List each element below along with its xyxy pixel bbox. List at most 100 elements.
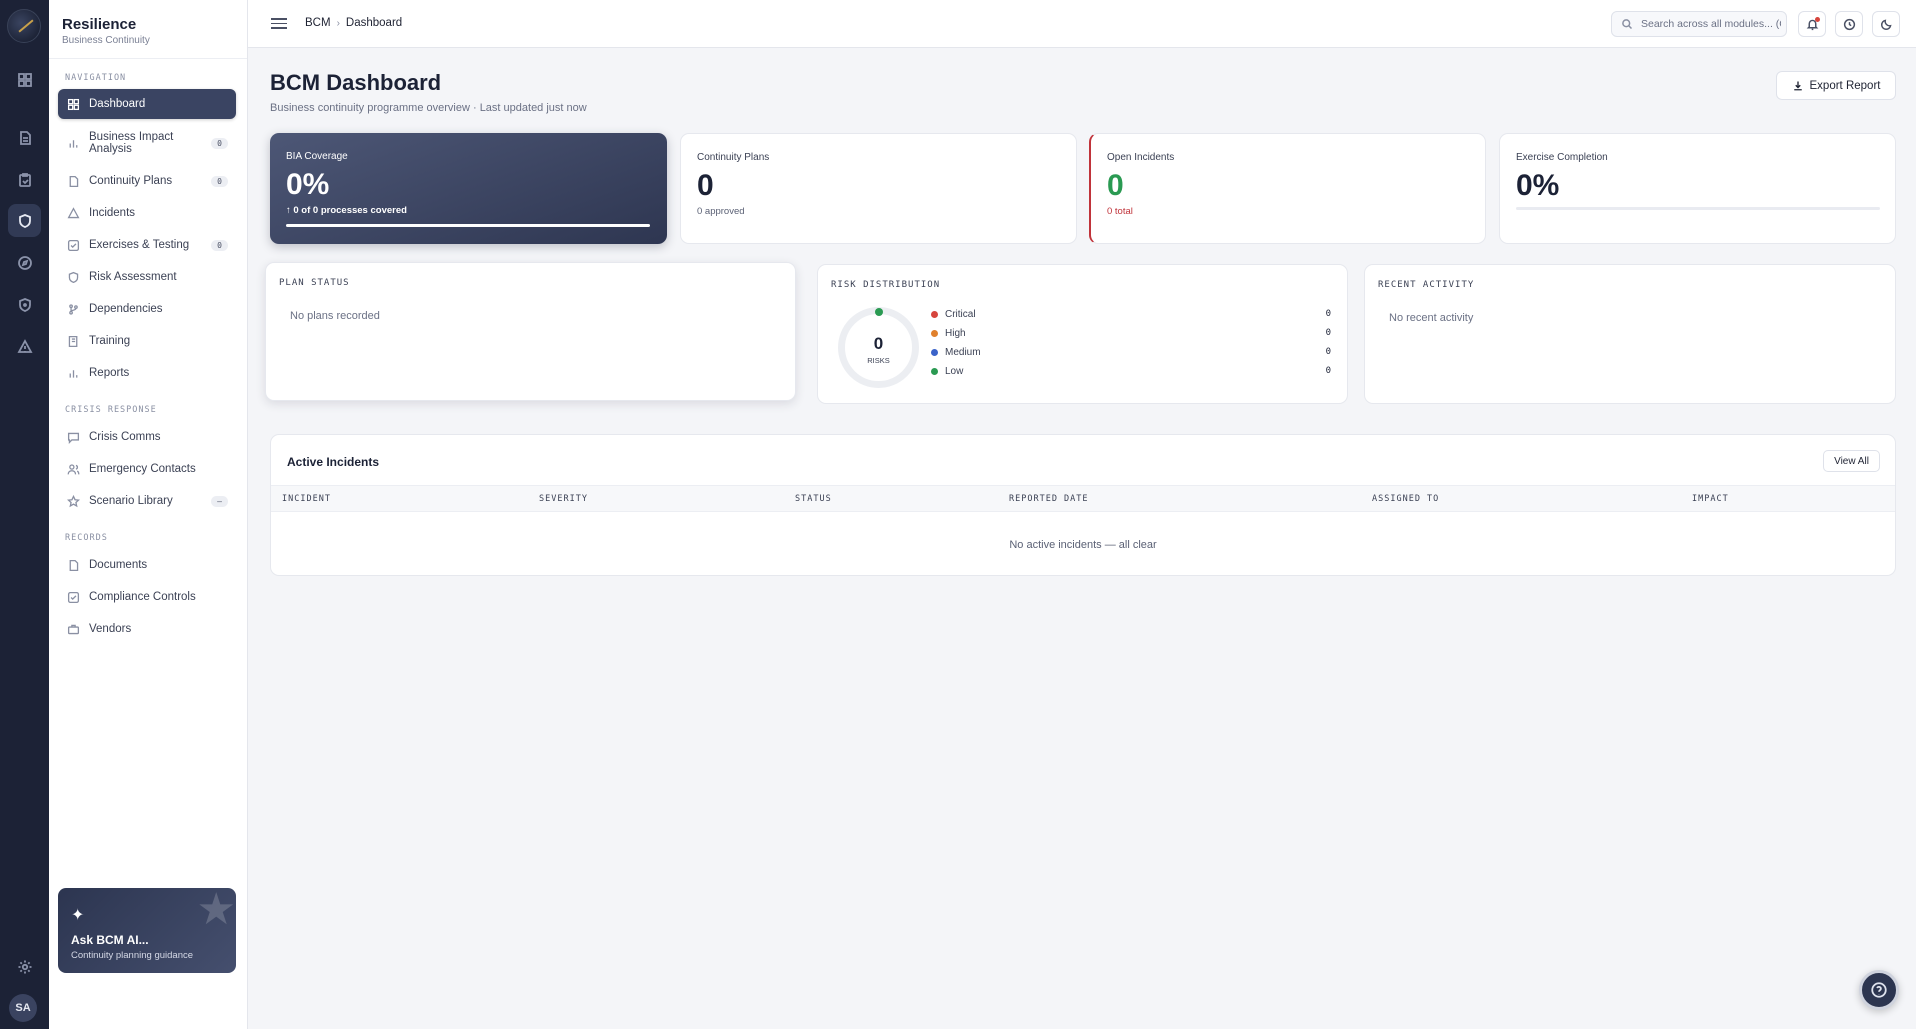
icon-rail: SA bbox=[0, 0, 49, 1029]
kpi-card-exercise-completion[interactable]: Exercise Completion 0% bbox=[1499, 133, 1896, 244]
clipboard-icon[interactable] bbox=[8, 163, 41, 196]
shield-icon bbox=[68, 271, 79, 283]
kpi-card-open-incidents[interactable]: Open Incidents 0 0 total bbox=[1089, 133, 1486, 244]
sidebar-item-label: Crisis Comms bbox=[89, 431, 161, 443]
sidebar-item-label: Exercises & Testing bbox=[89, 239, 190, 251]
sidebar-item-exercises[interactable]: Exercises & Testing 0 bbox=[58, 230, 236, 260]
kpi-card-continuity-plans[interactable]: Continuity Plans 0 0 approved bbox=[680, 133, 1077, 244]
brand-name: Resilience bbox=[62, 16, 137, 33]
section-label-navigation: NAVIGATION bbox=[65, 73, 127, 83]
panel-title: RECENT ACTIVITY bbox=[1378, 280, 1475, 290]
risk-total-label: RISKS bbox=[867, 356, 890, 365]
risk-legend-row: Critical 0 bbox=[931, 307, 1331, 321]
chevron-right-icon: › bbox=[336, 17, 340, 29]
kpi-card-bia-coverage[interactable]: BIA Coverage 0% ↑ 0 of 0 processes cover… bbox=[270, 133, 667, 244]
empty-state: No recent activity bbox=[1389, 312, 1474, 324]
theme-toggle-button[interactable] bbox=[1872, 11, 1900, 37]
brand: Resilience Business Continuity bbox=[62, 16, 150, 46]
sidebar-item-dashboard[interactable]: Dashboard bbox=[58, 89, 236, 119]
column-header-reported-date[interactable]: REPORTED DATE bbox=[1009, 494, 1089, 504]
checkbox-icon bbox=[67, 239, 80, 251]
sidebar-item-label: Dashboard bbox=[89, 98, 146, 110]
count-badge: 0 bbox=[211, 239, 228, 251]
column-header-incident[interactable]: INCIDENT bbox=[282, 494, 331, 504]
notifications-button[interactable] bbox=[1798, 11, 1826, 37]
settings-icon[interactable] bbox=[8, 950, 41, 983]
sidebar-item-risk-assessment[interactable]: Risk Assessment bbox=[58, 262, 236, 292]
search-box[interactable] bbox=[1611, 11, 1787, 37]
column-header-status[interactable]: STATUS bbox=[795, 494, 832, 504]
notification-dot bbox=[1815, 17, 1820, 22]
sidebar-item-continuity-plans[interactable]: Continuity Plans 0 bbox=[58, 166, 236, 196]
sidebar-item-bia[interactable]: Business Impact Analysis 0 bbox=[58, 127, 236, 159]
document-icon[interactable] bbox=[8, 121, 41, 154]
view-all-button[interactable]: View All bbox=[1823, 450, 1880, 472]
kpi-label: BIA Coverage bbox=[286, 151, 348, 162]
risk-legend-row: Medium 0 bbox=[931, 345, 1331, 359]
breadcrumb-item[interactable]: BCM bbox=[305, 17, 331, 29]
sidebar-item-emergency-contacts[interactable]: Emergency Contacts bbox=[58, 454, 236, 484]
sidebar-item-documents[interactable]: Documents bbox=[58, 550, 236, 580]
section-label-records: RECORDS bbox=[65, 533, 108, 543]
risk-level-count: 0 bbox=[1325, 309, 1331, 319]
progress-bar bbox=[1516, 207, 1880, 210]
panel-title: PLAN STATUS bbox=[279, 278, 350, 288]
sidebar-item-label: Incidents bbox=[89, 207, 136, 219]
help-button[interactable] bbox=[1859, 970, 1899, 1010]
moon-icon bbox=[1880, 18, 1892, 30]
menu-icon[interactable] bbox=[270, 15, 288, 33]
shield-icon[interactable] bbox=[8, 204, 41, 237]
bar-chart-icon bbox=[69, 369, 78, 378]
app-logo[interactable] bbox=[7, 9, 41, 43]
column-header-impact[interactable]: IMPACT bbox=[1692, 494, 1729, 504]
alert-triangle-icon[interactable] bbox=[8, 330, 41, 363]
grid-icon[interactable] bbox=[8, 63, 41, 96]
page-subtitle: Business continuity programme overview ·… bbox=[270, 102, 587, 114]
legend-swatch bbox=[931, 310, 938, 318]
risk-level-name: Low bbox=[945, 365, 964, 377]
sidebar: Resilience Business Continuity NAVIGATIO… bbox=[49, 0, 248, 1029]
sidebar-item-scenario-library[interactable]: Scenario Library — bbox=[58, 486, 236, 516]
legend-swatch bbox=[931, 367, 938, 375]
sidebar-item-dependencies[interactable]: Dependencies bbox=[58, 294, 236, 324]
history-button[interactable] bbox=[1835, 11, 1863, 37]
column-header-assigned-to[interactable]: ASSIGNED TO bbox=[1372, 494, 1439, 504]
chat-icon bbox=[67, 432, 80, 444]
sidebar-item-training[interactable]: Training bbox=[58, 326, 236, 356]
sidebar-item-label: Business Impact Analysis bbox=[89, 131, 174, 155]
donut-marker bbox=[875, 308, 883, 316]
sidebar-item-crisis-comms[interactable]: Crisis Comms bbox=[58, 422, 236, 452]
search-icon bbox=[1622, 19, 1633, 30]
document-icon bbox=[69, 175, 79, 187]
sidebar-item-label: Documents bbox=[89, 559, 148, 571]
risk-total: 0 bbox=[873, 334, 884, 353]
empty-state: No plans recorded bbox=[290, 310, 380, 322]
sidebar-item-compliance-controls[interactable]: Compliance Controls bbox=[58, 582, 236, 612]
export-label: Export Report bbox=[1809, 79, 1881, 92]
sidebar-item-reports[interactable]: Reports bbox=[58, 358, 236, 388]
shield-check-icon[interactable] bbox=[8, 288, 41, 321]
count-badge: 0 bbox=[211, 137, 228, 149]
sidebar-item-incidents[interactable]: Incidents bbox=[58, 198, 236, 228]
sidebar-item-label: Dependencies bbox=[89, 303, 163, 315]
risk-level-count: 0 bbox=[1325, 328, 1331, 338]
user-avatar[interactable]: SA bbox=[9, 994, 37, 1022]
kpi-label: Continuity Plans bbox=[697, 152, 770, 163]
search-input[interactable] bbox=[1641, 18, 1781, 30]
page-title: BCM Dashboard bbox=[270, 70, 442, 95]
kpi-value: 0 bbox=[1107, 169, 1124, 202]
ask-ai-card[interactable]: ★ ✦ Ask BCM AI... Continuity planning gu… bbox=[58, 888, 236, 973]
table-title: Active Incidents bbox=[287, 455, 380, 469]
compass-icon[interactable] bbox=[8, 246, 41, 279]
alert-triangle-icon bbox=[67, 206, 80, 218]
sidebar-item-vendors[interactable]: Vendors bbox=[58, 614, 236, 644]
grid-icon bbox=[67, 98, 80, 110]
export-report-button[interactable]: Export Report bbox=[1776, 71, 1896, 100]
legend-swatch bbox=[931, 348, 938, 356]
column-header-severity[interactable]: SEVERITY bbox=[539, 494, 588, 504]
divider bbox=[49, 58, 247, 59]
legend-swatch bbox=[931, 329, 938, 337]
plan-status-panel: PLAN STATUS No plans recorded bbox=[265, 262, 796, 401]
bar-chart-icon bbox=[69, 139, 78, 148]
kpi-subtext: ↑ 0 of 0 processes covered bbox=[286, 205, 407, 216]
